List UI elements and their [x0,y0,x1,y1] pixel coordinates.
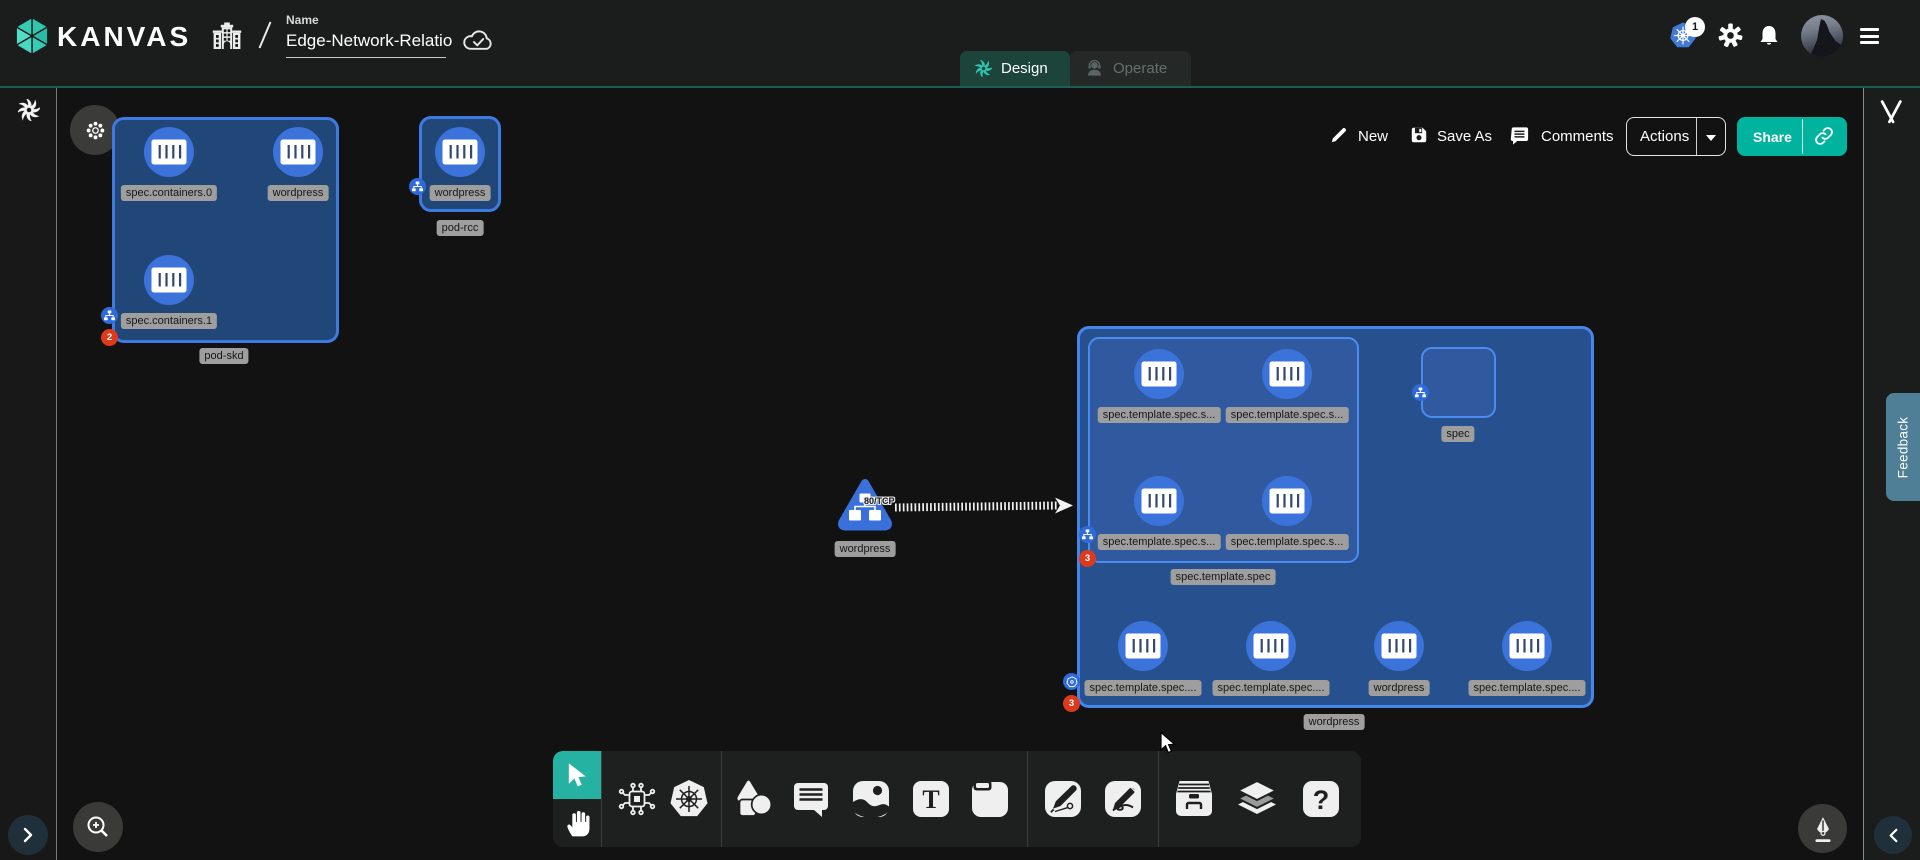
svg-text:T: T [922,785,939,814]
svg-text:?: ? [1313,785,1330,815]
